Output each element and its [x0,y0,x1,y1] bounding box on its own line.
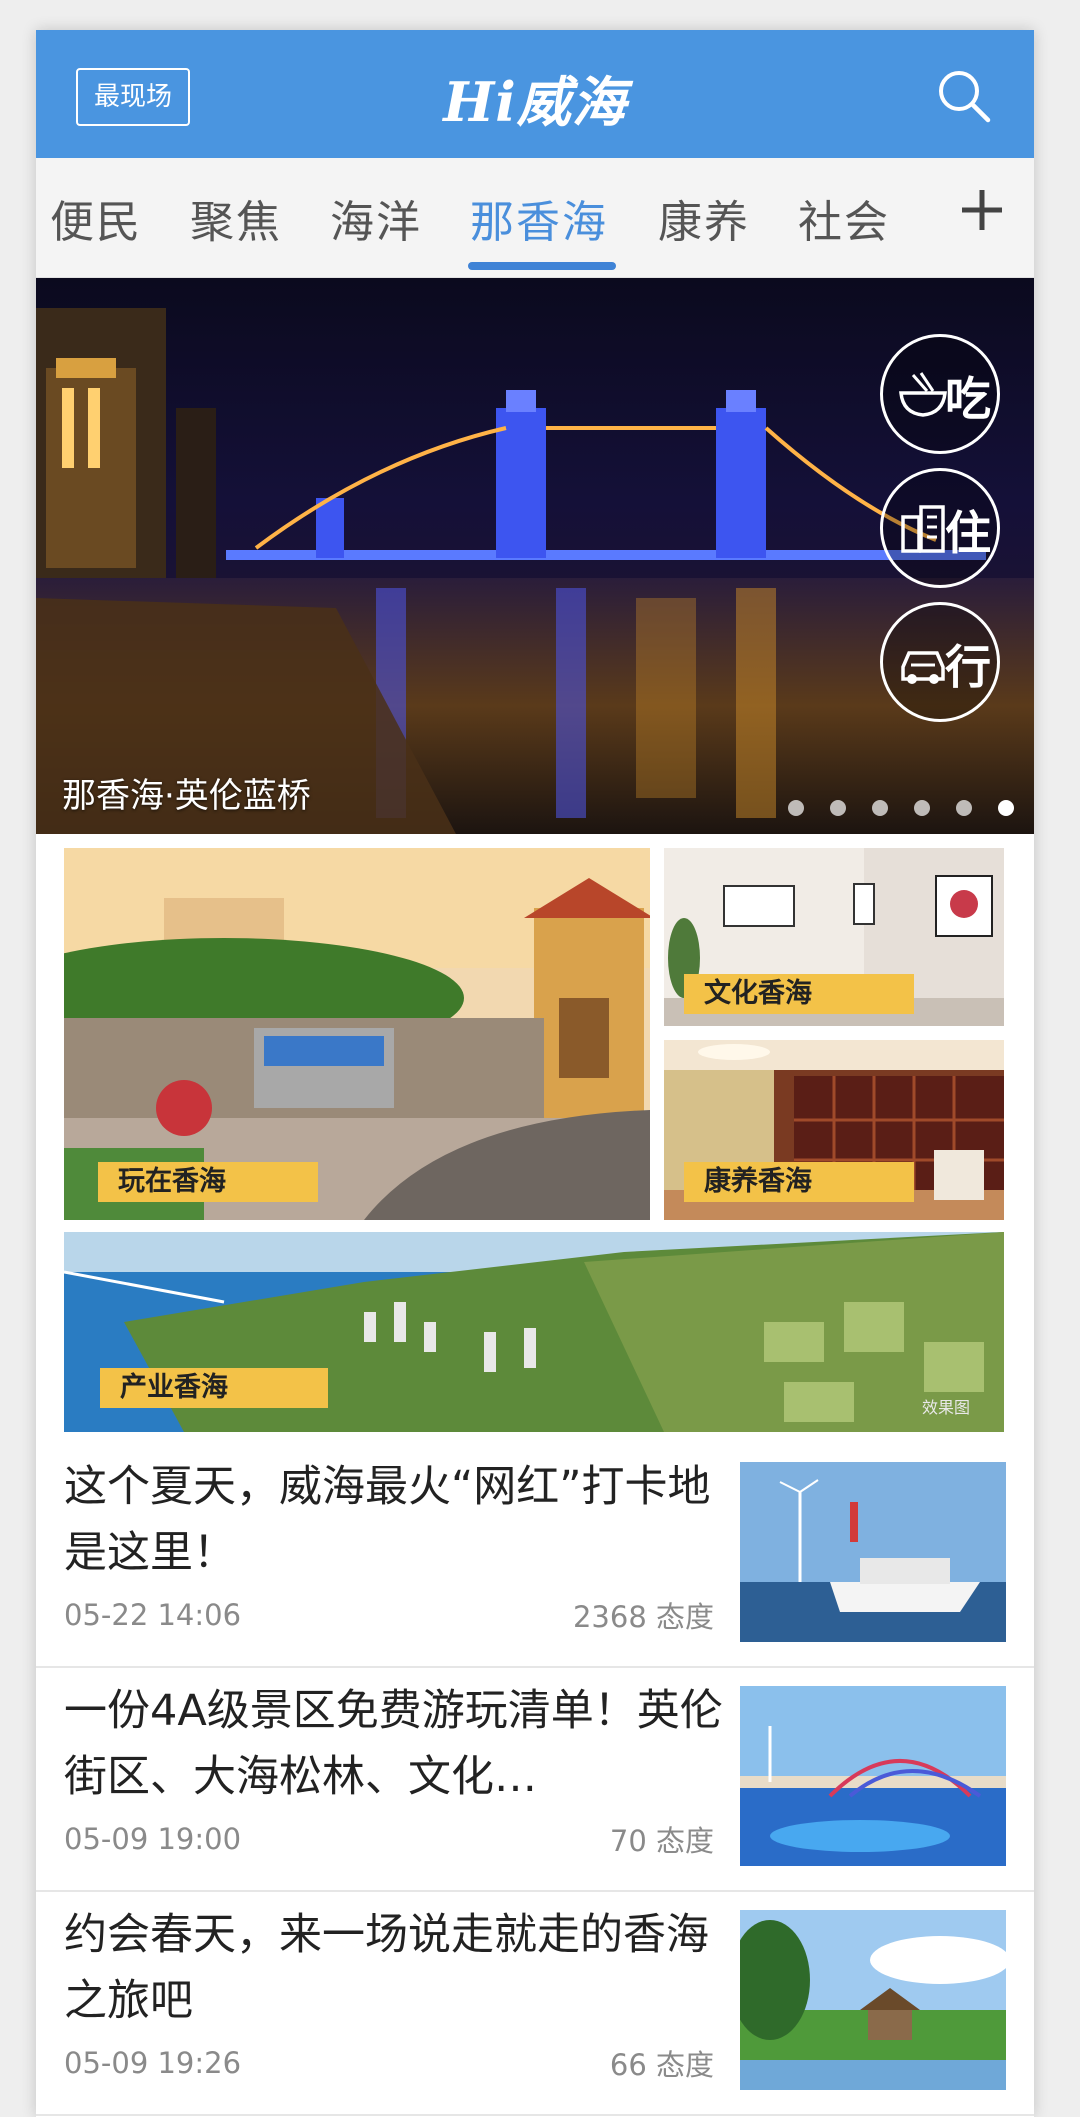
stay-button[interactable]: 住 [880,468,1000,588]
tile-play-label: 玩在香海 [98,1162,318,1202]
travel-button[interactable]: 行 [880,602,1000,722]
news-item[interactable]: 约会春天，来一场说走就走的香海之旅吧 05-09 19:26 66 态度 [36,1892,1034,2116]
tile-health[interactable]: 康养香海 [664,1040,1004,1220]
tile-culture-label: 文化香海 [684,974,914,1014]
bowl-icon [899,372,947,417]
tab-bianmin[interactable]: 便民 [50,186,142,250]
news-item[interactable]: 一份4A级景区免费游玩清单！英伦街区、大海松林、文化… 05-09 19:00 … [36,1668,1034,1892]
news-date: 05-22 14:06 [64,1598,242,1632]
channel-tabs: 便民 聚焦 海洋 那香海 康养 社会 [36,158,1034,278]
tab-jujiao[interactable]: 聚焦 [190,186,282,250]
brand-logo: Hi威海 [443,70,627,134]
carousel-dot[interactable] [914,800,930,816]
travel-label: 行 [945,640,991,694]
top-header: 最现场 Hi威海 [36,30,1034,158]
stay-label: 住 [945,506,991,560]
tile-culture[interactable]: 文化香海 [664,848,1004,1026]
news-title: 一份4A级景区免费游玩清单！英伦街区、大海松林、文化… [64,1686,723,1802]
carousel-dot[interactable] [788,800,804,816]
carousel-dot[interactable] [956,800,972,816]
news-title: 约会春天，来一场说走就走的香海之旅吧 [64,1910,709,2026]
tile-play[interactable]: 玩在香海 [64,848,650,1220]
car-icon [901,651,945,684]
hero-caption: 那香海·英伦蓝桥 [62,776,311,816]
news-thumbnail [740,1910,1006,2090]
tab-shehui[interactable]: 社会 [798,186,890,250]
tab-naxianghai[interactable]: 那香海 [470,186,608,250]
tile-health-label: 康养香海 [684,1162,914,1202]
hero-image-bridge [36,308,1034,834]
eat-button[interactable]: 吃 [880,334,1000,454]
news-date: 05-09 19:26 [64,2046,242,2080]
image-watermark: 效果图 [921,1398,970,1417]
tab-haiyang[interactable]: 海洋 [330,186,422,250]
search-icon[interactable] [934,66,994,126]
active-tab-indicator [468,262,616,270]
app-screen: 最现场 Hi威海 便民 聚焦 海洋 那香海 康养 社会 吃 住 行 那香海·英伦… [36,30,1034,2117]
add-channel-icon[interactable] [952,180,1012,240]
tile-industry[interactable]: 产业香海 效果图 [64,1232,1004,1432]
carousel-dot-active[interactable] [998,800,1014,816]
news-reactions: 70 态度 [609,1824,714,1858]
building-icon [901,505,945,553]
carousel-dot[interactable] [872,800,888,816]
news-thumbnail [740,1686,1006,1866]
tab-kangyang[interactable]: 康养 [658,186,750,250]
eat-label: 吃 [945,372,991,426]
carousel-dot[interactable] [830,800,846,816]
news-reactions: 66 态度 [609,2048,714,2082]
news-item[interactable]: 这个夏天，威海最火“网红”打卡地是这里！ 05-22 14:06 2368 态度 [36,1444,1034,1668]
news-thumbnail [740,1462,1006,1642]
hero-carousel[interactable]: 吃 住 行 那香海·英伦蓝桥 [36,278,1034,834]
tile-industry-label: 产业香海 [100,1368,328,1408]
news-date: 05-09 19:00 [64,1822,242,1856]
news-reactions: 2368 态度 [572,1600,714,1634]
carousel-dots [788,800,1014,816]
news-title: 这个夏天，威海最火“网红”打卡地是这里！ [64,1462,711,1578]
